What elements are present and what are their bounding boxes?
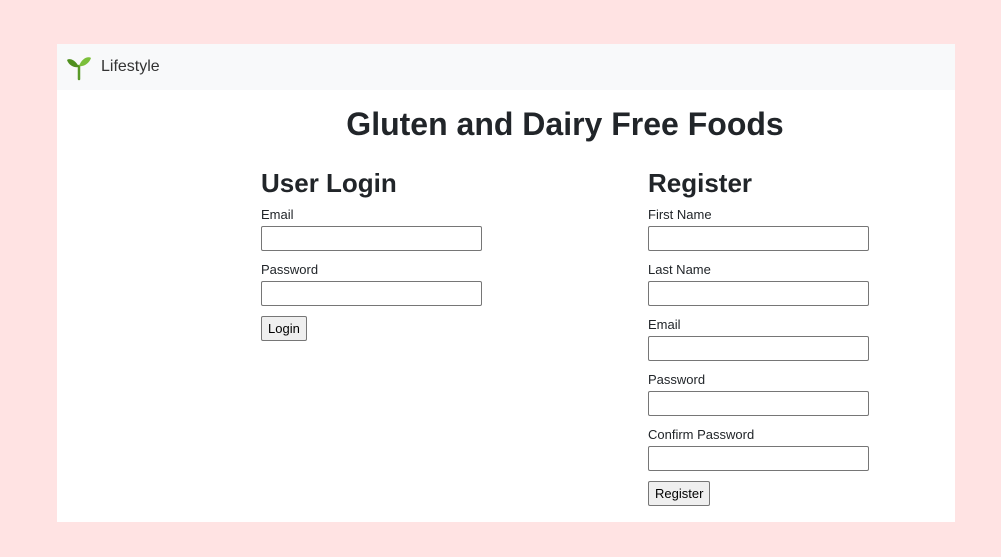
register-button[interactable]: Register bbox=[648, 481, 711, 506]
first-name-input[interactable] bbox=[648, 226, 869, 251]
first-name-label: First Name bbox=[648, 207, 712, 222]
register-password-input[interactable] bbox=[648, 391, 869, 416]
seedling-icon[interactable] bbox=[65, 53, 93, 81]
register-password-label: Password bbox=[648, 372, 706, 387]
confirm-password-label: Confirm Password bbox=[648, 427, 755, 442]
page-title: Gluten and Dairy Free Foods bbox=[346, 106, 784, 142]
register-email-label: Email bbox=[648, 317, 681, 332]
login-email-label: Email bbox=[261, 207, 294, 222]
login-button[interactable]: Login bbox=[261, 316, 307, 341]
confirm-password-input[interactable] bbox=[648, 446, 869, 471]
register-email-input[interactable] bbox=[648, 336, 869, 361]
login-title: User Login bbox=[261, 168, 397, 198]
login-password-input[interactable] bbox=[261, 281, 482, 306]
login-email-input[interactable] bbox=[261, 226, 482, 251]
login-form: User Login Email Password Login bbox=[261, 166, 501, 341]
register-form: Register First Name Last Name Email Pass… bbox=[648, 166, 888, 506]
last-name-label: Last Name bbox=[648, 262, 711, 277]
login-password-label: Password bbox=[261, 262, 319, 277]
brand-name[interactable]: Lifestyle bbox=[101, 58, 160, 76]
navbar: Lifestyle bbox=[57, 44, 955, 90]
last-name-input[interactable] bbox=[648, 281, 869, 306]
register-title: Register bbox=[648, 168, 753, 198]
page-container: Lifestyle Gluten and Dairy Free Foods Us… bbox=[57, 44, 955, 522]
